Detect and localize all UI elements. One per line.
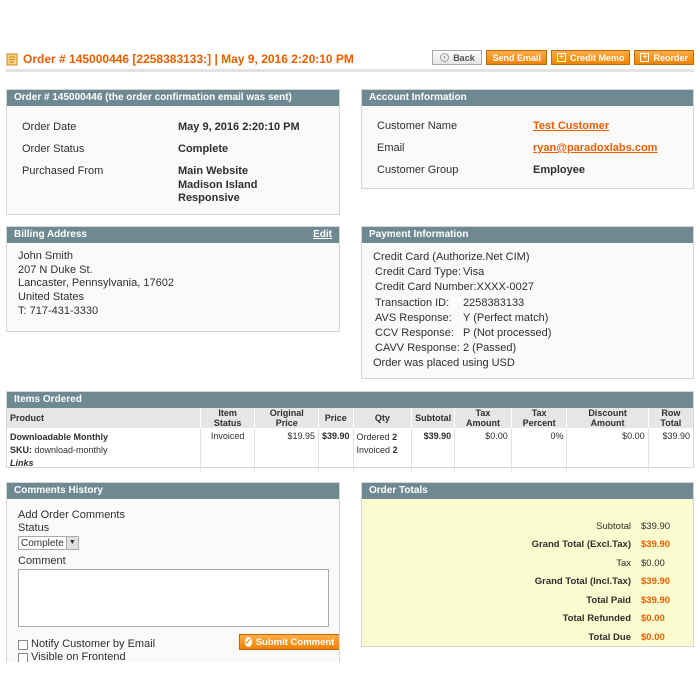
submit-comment-button[interactable]: ✓ Submit Comment — [239, 634, 339, 650]
totals-label: Grand Total (Excl.Tax) — [531, 539, 631, 551]
totals-row: Grand Total (Excl.Tax) $39.90 — [362, 536, 679, 555]
credit-memo-button[interactable]: + Credit Memo — [550, 50, 631, 65]
chevron-down-icon: ▼ — [65, 537, 78, 549]
purchased-from-row: Purchased From Main Website Madison Isla… — [22, 165, 339, 206]
purchased-from-value: Main Website Madison Island Responsive — [178, 165, 258, 204]
purchased-from-label: Purchased From — [22, 165, 104, 177]
totals-label: Total Refunded — [562, 613, 631, 625]
billing-street: 207 N Duke St. — [18, 263, 93, 276]
customer-group-row: Customer Group Employee — [377, 164, 693, 186]
billing-name: John Smith — [18, 250, 74, 262]
items-table: Product Item Status Original Price Price… — [7, 408, 693, 472]
customer-group-value: Employee — [533, 164, 585, 176]
comments-history-header: Comments History — [7, 483, 339, 499]
totals-row: Tax $0.00 — [362, 554, 679, 573]
totals-value: $39.90 — [641, 594, 671, 606]
billing-address-lines: John Smith 207 N Duke St. Lancaster, Pen… — [7, 243, 339, 319]
order-totals-box: Order Totals Subtotal $39.90 Grand Total (… — [361, 482, 694, 647]
order-status-row: Order Status Complete — [22, 143, 339, 165]
back-button[interactable]: ‹ Back — [432, 50, 483, 65]
totals-value: $39.90 — [641, 576, 671, 588]
totals-label: Total Paid — [586, 594, 631, 606]
totals-value: $0.00 — [641, 557, 665, 569]
notify-customer-checkbox[interactable] — [18, 639, 28, 650]
check-icon: ✓ — [245, 637, 252, 647]
status-label: Status — [18, 522, 50, 534]
account-info-box: Account Information Customer Name Test C… — [361, 89, 694, 189]
account-info-header: Account Information — [362, 90, 693, 106]
order-info-header: Order # 145000446 (the order confirmatio… — [7, 90, 339, 106]
order-info-box: Order # 145000446 (the order confirmatio… — [6, 89, 340, 215]
order-document-icon — [6, 53, 18, 66]
payment-details: Credit Card Type: Visa Credit Card Number… — [375, 266, 552, 355]
order-totals-header: Order Totals — [362, 483, 693, 499]
items-header-row: Product Item Status Original Price Price… — [7, 408, 693, 428]
email-label: Email — [377, 142, 405, 154]
totals-row: Total Paid $39.90 — [362, 591, 679, 610]
totals-label: Grand Total (Incl.Tax) — [534, 576, 631, 588]
totals-row: Subtotal $39.90 — [362, 517, 679, 536]
billing-country: United States — [18, 291, 85, 304]
totals-value: $39.90 — [641, 520, 671, 532]
table-row: Downloadable Monthly SKU: download-month… — [7, 428, 693, 472]
status-select[interactable]: Complete ▼ — [18, 536, 79, 550]
customer-name-link[interactable]: Test Customer — [533, 120, 609, 142]
item-product-cell: Downloadable Monthly SKU: download-month… — [7, 428, 201, 472]
totals-label: Subtotal — [596, 520, 631, 532]
items-ordered-header: Items Ordered — [7, 392, 693, 408]
order-date-value: May 9, 2016 2:20:10 PM — [178, 121, 300, 133]
page-header: Order # 145000446 [2258383133:] | May 9,… — [6, 48, 694, 72]
customer-name-label: Customer Name — [377, 120, 458, 132]
page-title: Order # 145000446 [2258383133:] | May 9,… — [6, 52, 354, 66]
totals-label: Total Due — [588, 631, 631, 643]
customer-name-row: Customer Name Test Customer — [377, 120, 693, 142]
comment-textarea[interactable] — [18, 569, 329, 627]
billing-address-box: Billing Address Edit John Smith 207 N Du… — [6, 226, 340, 332]
totals-value: $39.90 — [641, 539, 671, 551]
order-title: Order # 145000446 [2258383133:] | May 9,… — [23, 52, 354, 66]
notify-customer-checkbox-label[interactable]: Notify Customer by Email — [18, 638, 155, 651]
reorder-button[interactable]: + Reorder — [634, 50, 694, 65]
edit-billing-link[interactable]: Edit — [313, 227, 332, 243]
billing-phone: T: 717-431-3330 — [18, 304, 99, 317]
totals-row: Total Due $0.00 — [362, 628, 679, 647]
order-status-value: Complete — [178, 143, 229, 155]
payment-info-box: Payment Information Credit Card (Authori… — [361, 226, 694, 379]
billing-address-header: Billing Address Edit — [7, 227, 339, 243]
header-actions: ‹ Back Send Email + Credit Memo + Reorde… — [432, 50, 694, 65]
totals-value: $0.00 — [641, 631, 665, 643]
items-ordered-box: Items Ordered Product Item Status Origin… — [6, 391, 694, 472]
order-status-label: Order Status — [22, 143, 85, 155]
totals-label: Tax — [616, 557, 631, 569]
credit-memo-icon: + — [556, 53, 566, 62]
order-date-row: Order Date May 9, 2016 2:20:10 PM — [22, 121, 339, 143]
payment-info-header: Payment Information — [362, 227, 693, 243]
billing-city: Lancaster, Pennsylvania, 17602 — [18, 277, 174, 290]
email-row: Email ryan@paradoxlabs.com — [377, 142, 693, 164]
currency-note: Order was placed using USD — [373, 357, 515, 370]
item-qty-cell: Ordered 2 Invoiced 2 — [353, 428, 413, 472]
order-date-label: Order Date — [22, 121, 77, 133]
visible-frontend-checkbox[interactable] — [18, 652, 28, 662]
comment-label: Comment — [18, 555, 66, 567]
email-link[interactable]: ryan@paradoxlabs.com — [533, 142, 657, 164]
customer-group-label: Customer Group — [377, 164, 459, 176]
add-comment-label: Add Order Comments — [18, 509, 125, 521]
comments-history-box: Comments History Add Order Comments Stat… — [6, 482, 340, 662]
totals-value: $0.00 — [641, 613, 665, 625]
send-email-button[interactable]: Send Email — [486, 50, 547, 65]
payment-method: Credit Card (Authorize.Net CIM) — [373, 251, 530, 263]
back-arrow-icon: ‹ — [440, 53, 450, 62]
visible-frontend-checkbox-label[interactable]: Visible on Frontend — [18, 651, 126, 662]
totals-row: Total Refunded $0.00 — [362, 610, 679, 629]
totals-row: Grand Total (Incl.Tax) $39.90 — [362, 573, 679, 592]
totals-list: Subtotal $39.90 Grand Total (Excl.Tax) $39.… — [362, 499, 693, 647]
reorder-icon: + — [640, 53, 650, 62]
